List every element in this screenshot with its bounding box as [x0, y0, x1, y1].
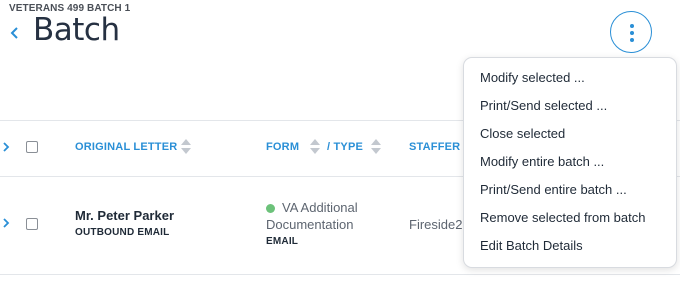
more-actions-button[interactable]	[610, 11, 652, 53]
row-select-checkbox[interactable]	[26, 218, 38, 230]
column-staffer[interactable]: STAFFER	[409, 141, 460, 153]
page-title: Batch	[33, 12, 120, 48]
vertical-ellipsis-icon	[630, 24, 634, 28]
staffer-name: Fireside21	[409, 217, 470, 232]
menu-item-edit-batch-details[interactable]: Edit Batch Details	[480, 238, 583, 253]
menu-item-modify-selected[interactable]: Modify selected ...	[480, 70, 585, 85]
expand-all-toggle[interactable]	[1, 140, 11, 156]
letter-channel: OUTBOUND EMAIL	[75, 227, 170, 238]
recipient-name[interactable]: Mr. Peter Parker	[75, 208, 174, 223]
menu-item-print-send-selected[interactable]: Print/Send selected ...	[480, 98, 607, 113]
menu-item-remove-selected[interactable]: Remove selected from batch	[480, 210, 645, 225]
chevron-right-icon	[3, 142, 10, 152]
back-button[interactable]	[9, 24, 23, 42]
menu-item-modify-entire-batch[interactable]: Modify entire batch ...	[480, 154, 604, 169]
form-type: EMAIL	[266, 236, 299, 247]
actions-menu: Modify selected ... Print/Send selected …	[463, 57, 677, 268]
column-type[interactable]: / TYPE	[327, 141, 363, 153]
row-bottom-border	[0, 274, 680, 275]
status-dot	[266, 204, 275, 213]
chevron-right-icon	[3, 218, 10, 228]
select-all-checkbox[interactable]	[26, 141, 38, 153]
sort-type-icon[interactable]	[371, 139, 381, 155]
sort-original-letter-icon[interactable]	[181, 139, 191, 155]
column-form[interactable]: FORM	[266, 141, 299, 153]
column-original-letter[interactable]: ORIGINAL LETTER	[75, 141, 177, 153]
chevron-left-icon	[10, 27, 18, 39]
row-expand-toggle[interactable]	[1, 216, 11, 232]
menu-item-close-selected[interactable]: Close selected	[480, 126, 565, 141]
menu-item-print-send-entire-batch[interactable]: Print/Send entire batch ...	[480, 182, 627, 197]
sort-form-icon[interactable]	[310, 139, 320, 155]
form-name-line1[interactable]: VA Additional	[282, 200, 358, 215]
form-name-line2[interactable]: Documentation	[266, 217, 353, 232]
